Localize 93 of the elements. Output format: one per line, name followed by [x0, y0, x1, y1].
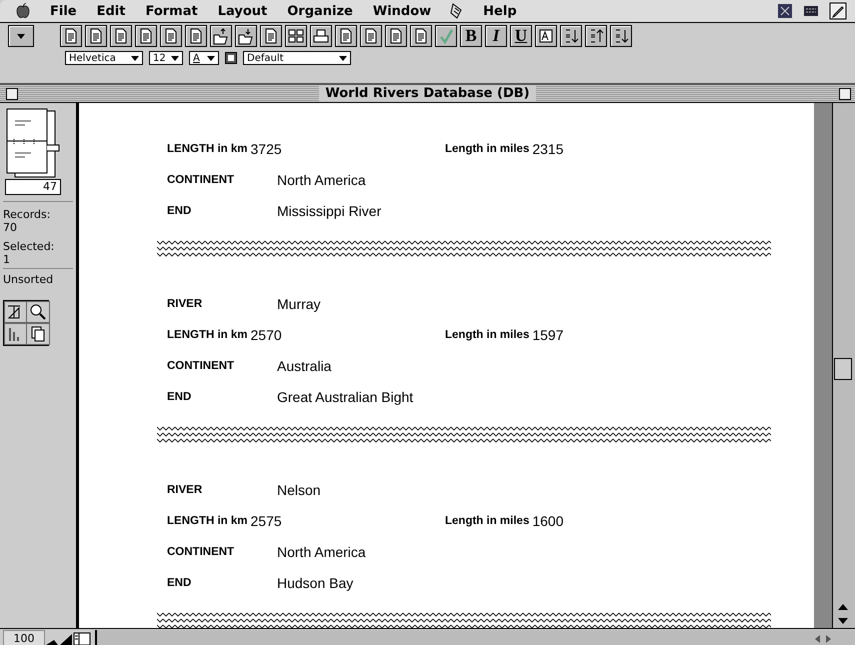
field-label: END: [167, 576, 192, 588]
toolbar-button[interactable]: [160, 25, 182, 47]
toolbar-button[interactable]: [285, 25, 307, 47]
pencil-icon[interactable]: [829, 2, 847, 20]
menu-item[interactable]: Edit: [86, 4, 136, 18]
fill-color-icon[interactable]: [225, 52, 237, 64]
style-button[interactable]: U: [510, 25, 532, 47]
zoom-in-icon[interactable]: [59, 632, 73, 645]
selected-count: 1: [3, 253, 11, 266]
zoom-box[interactable]: [839, 88, 851, 100]
field-value[interactable]: 2575: [250, 512, 282, 528]
horizontal-scrollbar[interactable]: [95, 630, 855, 645]
field-value[interactable]: North America: [277, 544, 366, 560]
menu-item[interactable]: File: [40, 4, 87, 18]
toolbar-button[interactable]: [135, 25, 157, 47]
toolbar-button[interactable]: [535, 25, 557, 47]
field-label: RIVER: [167, 484, 204, 496]
toolbar-button[interactable]: [85, 25, 107, 47]
toolbar-button[interactable]: [310, 25, 332, 47]
toolbar-button[interactable]: [210, 25, 232, 47]
scroll-right-icon[interactable]: [825, 634, 833, 644]
toolbar-button[interactable]: [435, 25, 457, 47]
toolbar-button[interactable]: [385, 25, 407, 47]
field-label: LENGTH in km: [167, 328, 248, 340]
field-value[interactable]: Hudson Bay: [277, 574, 354, 590]
field-label: RIVER: [167, 298, 204, 310]
toolbar-button[interactable]: [585, 25, 607, 47]
font-dropdown[interactable]: Helvetica: [65, 51, 143, 65]
field-label: CONTINENT: [167, 546, 236, 558]
spell-check-icon: [437, 27, 455, 45]
menu-item[interactable]: Format: [135, 4, 208, 18]
vertical-scrollbar[interactable]: [832, 103, 855, 628]
close-box[interactable]: [6, 88, 18, 100]
field-label: Length in miles: [445, 328, 530, 340]
toolbar-button[interactable]: [335, 25, 357, 47]
menu-item[interactable]: Window: [362, 4, 442, 18]
records-label: Records:: [3, 208, 52, 221]
copy-pages-icon[interactable]: [26, 323, 50, 345]
toolbar-button[interactable]: [410, 25, 432, 47]
field-value[interactable]: Australia: [277, 358, 332, 374]
apple-icon[interactable]: [16, 3, 30, 19]
sort-status: Unsorted: [3, 273, 54, 286]
scroll-left-icon[interactable]: [813, 634, 821, 644]
toolbar-button[interactable]: [360, 25, 382, 47]
toolbar-button[interactable]: [560, 25, 582, 47]
toolbar-button[interactable]: [235, 25, 257, 47]
window-title: World Rivers Database (DB): [319, 86, 536, 101]
field-value[interactable]: 2315: [532, 140, 564, 156]
field-label: Length in miles: [445, 142, 530, 154]
toolbar-button[interactable]: [185, 25, 207, 47]
zoom-field[interactable]: 100: [3, 630, 45, 645]
field-value[interactable]: Great Australian Bight: [277, 388, 414, 404]
save-folder-icon: [237, 27, 255, 45]
layout-tool-icon[interactable]: [4, 301, 28, 323]
field-value[interactable]: Mississippi River: [277, 202, 382, 218]
field-label: END: [167, 390, 192, 402]
field-label: CONTINENT: [167, 174, 236, 186]
field-value[interactable]: North America: [277, 172, 366, 188]
field-label: LENGTH in km: [167, 142, 248, 154]
size-dropdown[interactable]: 12: [149, 51, 183, 65]
records-count: 70: [3, 221, 18, 234]
printer-icon: [312, 27, 330, 45]
toolbar-button[interactable]: [110, 25, 132, 47]
selected-label: Selected:: [3, 240, 56, 253]
field-value[interactable]: 3725: [250, 140, 282, 156]
scroll-thumb[interactable]: [834, 358, 852, 380]
text-style-icon: [537, 27, 555, 45]
style-button[interactable]: I: [485, 25, 507, 47]
field-label: LENGTH in km: [167, 514, 248, 526]
field-value[interactable]: 2570: [250, 326, 282, 342]
menu-item[interactable]: Help: [473, 4, 527, 18]
style-dropdown[interactable]: Default: [243, 51, 351, 65]
text-color-dropdown[interactable]: A: [189, 51, 219, 65]
style-button[interactable]: B: [460, 25, 482, 47]
field-label: END: [167, 204, 192, 216]
field-label: CONTINENT: [167, 360, 236, 372]
toolbar-button[interactable]: [60, 25, 82, 47]
toolbar-menu-button[interactable]: [8, 25, 34, 47]
toolbar-button[interactable]: [260, 25, 282, 47]
field-value[interactable]: Nelson: [277, 482, 321, 498]
pane-toggle-icon[interactable]: [73, 632, 91, 645]
open-folder-icon: [212, 27, 230, 45]
menu-item[interactable]: Organize: [277, 4, 363, 18]
field-value[interactable]: 1600: [532, 512, 564, 528]
grid-icon: [287, 27, 305, 45]
menu-item[interactable]: Layout: [208, 4, 278, 18]
field-label: Length in miles: [445, 514, 530, 526]
field-value[interactable]: 1597: [532, 326, 564, 342]
bar-chart-icon[interactable]: [4, 323, 28, 345]
toolbar-button[interactable]: [610, 25, 632, 47]
field-value[interactable]: Murray: [277, 296, 321, 312]
search-icon[interactable]: [26, 301, 50, 323]
record-number: 47: [5, 179, 61, 195]
